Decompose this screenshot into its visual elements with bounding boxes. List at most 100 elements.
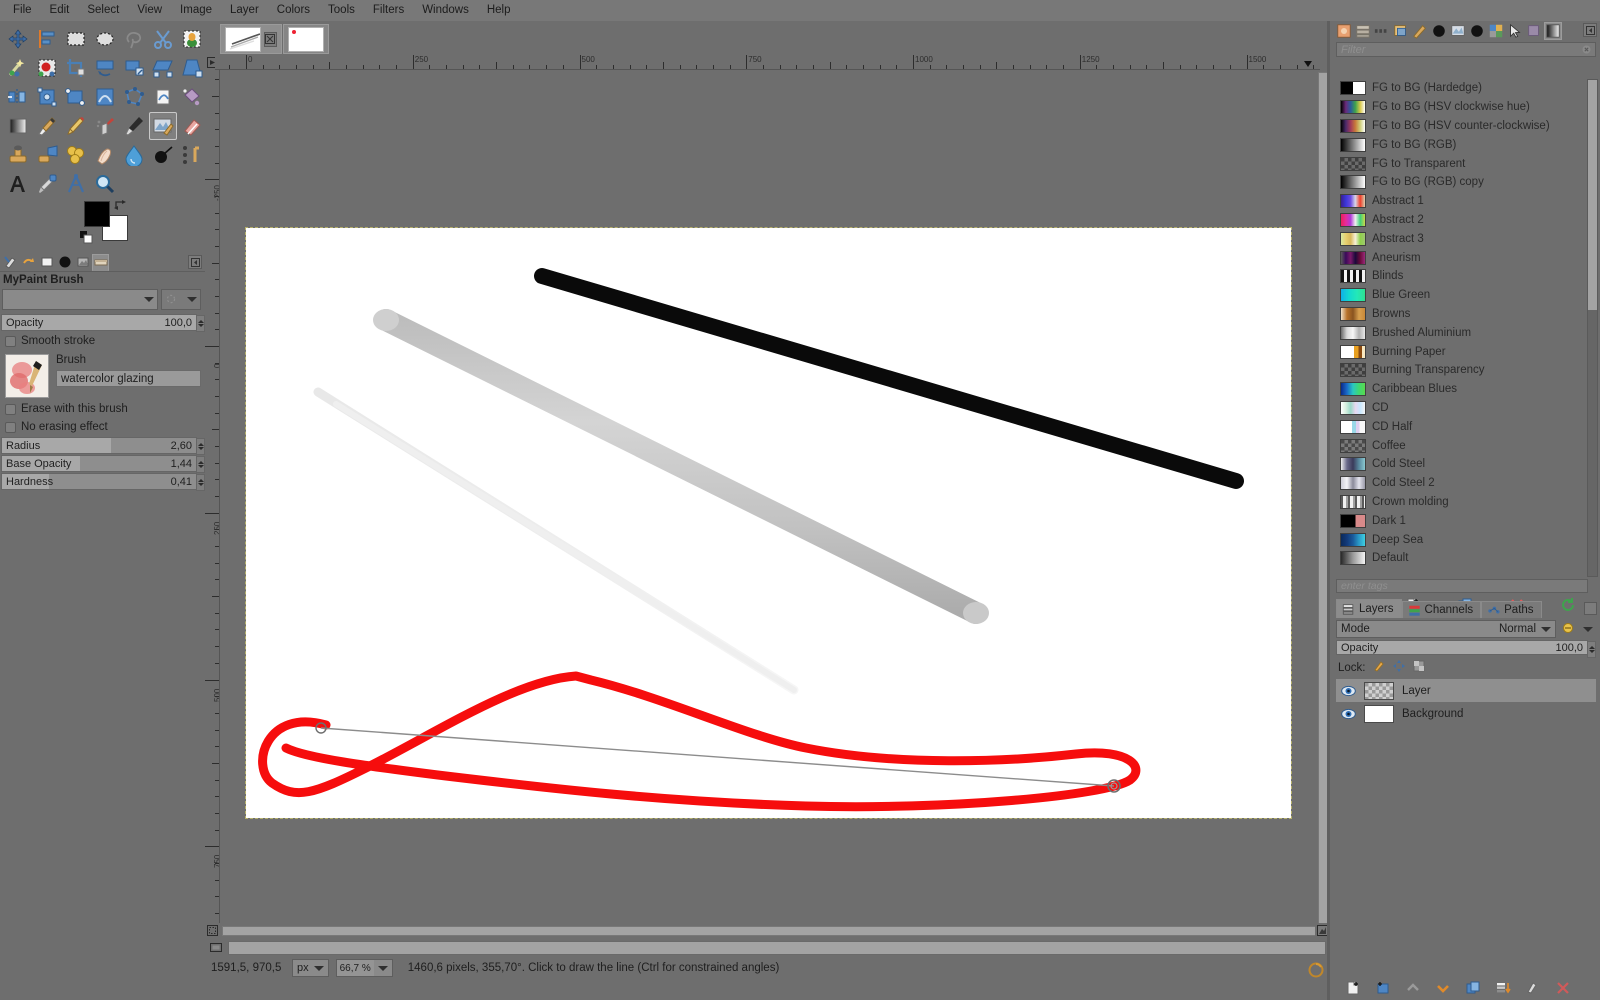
clone-tool[interactable] [4, 141, 32, 169]
canvas-horizontal-scrollbar[interactable] [220, 923, 1320, 938]
gradient-list-item[interactable]: Burning Paper [1336, 342, 1588, 361]
gradient-list-item[interactable]: Aneurism [1336, 248, 1588, 267]
smooth-stroke-checkbox[interactable] [5, 335, 16, 347]
tab-palettes[interactable] [1487, 22, 1505, 40]
gradient-list-item[interactable]: Coffee [1336, 436, 1588, 455]
gradient-list-item[interactable]: FG to BG (HSV clockwise hue) [1336, 98, 1588, 117]
gradient-list-item[interactable]: Browns [1336, 305, 1588, 324]
base-opacity-slider[interactable]: Base Opacity 1,44 [1, 455, 205, 473]
zoom-tool[interactable] [91, 170, 119, 198]
erase-with-brush-checkbox[interactable] [5, 403, 16, 415]
gradient-list-item[interactable]: Default [1336, 549, 1588, 568]
eraser-tool[interactable] [178, 112, 206, 140]
brush-name-field[interactable]: watercolor glazing [56, 370, 201, 387]
lock-pixels-icon[interactable] [1372, 659, 1386, 676]
menu-image[interactable]: Image [171, 1, 221, 20]
menu-layer[interactable]: Layer [221, 1, 268, 20]
tab-fonts[interactable] [1373, 22, 1391, 40]
brush-preset-combo[interactable] [2, 289, 158, 310]
tab-undo-history[interactable] [20, 254, 37, 271]
radius-slider[interactable]: Radius 2,60 [1, 437, 205, 455]
foreground-color-swatch[interactable] [84, 201, 110, 227]
layer-opacity-spinner[interactable] [1587, 641, 1596, 658]
perspective-tool[interactable] [178, 54, 206, 82]
gradient-tag-input[interactable]: enter tags [1336, 579, 1588, 593]
smudge-tool[interactable] [91, 141, 119, 169]
gradient-filter-input[interactable]: Filter [1336, 42, 1596, 57]
gradient-list-item[interactable]: Dark 1 [1336, 511, 1588, 530]
menu-colors[interactable]: Colors [268, 1, 319, 20]
menu-tools[interactable]: Tools [319, 1, 364, 20]
tab-document-history[interactable] [1392, 22, 1410, 40]
gradient-list-item[interactable]: FG to BG (HSV counter-clockwise) [1336, 117, 1588, 136]
blend-mode-combo[interactable]: Mode Normal [1336, 620, 1556, 638]
warp-transform-tool[interactable] [91, 83, 119, 111]
handle-transform-tool[interactable] [62, 83, 90, 111]
tab-paths[interactable]: Paths [1481, 601, 1542, 618]
menu-help[interactable]: Help [478, 1, 520, 20]
tab-layers[interactable]: Layers [1336, 599, 1402, 618]
eye-icon[interactable] [1340, 707, 1356, 721]
heal-tool[interactable] [62, 141, 90, 169]
measure-tool[interactable] [62, 170, 90, 198]
layer-opacity-slider[interactable]: Opacity 100,0 [1336, 640, 1596, 658]
merge-down-button[interactable] [1494, 979, 1512, 997]
color-picker-tool[interactable] [33, 170, 61, 198]
menu-windows[interactable]: Windows [413, 1, 478, 20]
bucket-fill-tool[interactable] [178, 83, 206, 111]
perspective-clone-tool[interactable] [33, 141, 61, 169]
n-point-deformation-tool[interactable] [149, 83, 177, 111]
raise-layer-button[interactable] [1404, 979, 1422, 997]
select-by-color-tool[interactable] [33, 54, 61, 82]
free-select-tool[interactable] [120, 25, 148, 53]
smooth-stroke-row[interactable]: Smooth stroke [0, 332, 205, 350]
cage-transform-tool[interactable] [120, 83, 148, 111]
shear-tool[interactable] [149, 54, 177, 82]
fuzzy-select-tool[interactable] [4, 54, 32, 82]
lock-position-icon[interactable] [1392, 659, 1406, 676]
no-erasing-effect-checkbox[interactable] [5, 421, 16, 433]
image-tab-active[interactable] [220, 24, 282, 54]
tab-buffers[interactable] [1525, 22, 1543, 40]
text-tool[interactable] [4, 170, 32, 198]
new-layer-group-button[interactable] [1374, 979, 1392, 997]
tab-pointer[interactable] [1506, 22, 1524, 40]
gradient-list-item[interactable]: Brushed Aluminium [1336, 323, 1588, 342]
scissors-select-tool[interactable] [149, 25, 177, 53]
gradient-list-scrollbar[interactable] [1587, 79, 1598, 577]
gradient-list-item[interactable]: FG to BG (RGB) copy [1336, 173, 1588, 192]
gradient-list-item[interactable]: Deep Sea [1336, 530, 1588, 549]
foreground-select-tool[interactable] [178, 25, 206, 53]
quick-mask-toggle-button[interactable] [205, 923, 220, 938]
tab-tool-presets[interactable] [1468, 22, 1486, 40]
layer-list[interactable]: Layer Background [1336, 679, 1596, 725]
flip-tool[interactable] [4, 83, 32, 111]
menu-filters[interactable]: Filters [364, 1, 413, 20]
gradient-list-item[interactable]: Blinds [1336, 267, 1588, 286]
unified-transform-tool[interactable] [33, 83, 61, 111]
dock-menu-button[interactable] [1583, 23, 1597, 37]
opacity-spinner[interactable] [196, 315, 205, 332]
swap-colors-icon[interactable] [114, 199, 128, 211]
cancel-icon[interactable] [1308, 962, 1324, 978]
clear-filter-icon[interactable] [1582, 45, 1591, 54]
tab-brushes[interactable] [1335, 22, 1353, 40]
tab-tool-options[interactable] [2, 254, 19, 271]
paths-tool[interactable] [178, 141, 206, 169]
vertical-ruler[interactable]: -2500250500750 [205, 70, 220, 930]
layers-menu-button[interactable] [1584, 602, 1597, 615]
tool-options-menu-button[interactable] [188, 255, 202, 269]
gradient-list-item[interactable]: Cold Steel 2 [1336, 474, 1588, 493]
canvas-image[interactable] [245, 227, 1292, 819]
rectangle-select-tool[interactable] [62, 25, 90, 53]
gradient-list-item[interactable]: FG to BG (RGB) [1336, 135, 1588, 154]
crop-tool[interactable] [62, 54, 90, 82]
scale-tool[interactable] [120, 54, 148, 82]
gradient-list-item[interactable]: CD Half [1336, 417, 1588, 436]
reset-colors-icon[interactable] [80, 231, 93, 244]
menu-edit[interactable]: Edit [41, 1, 79, 20]
layer-row[interactable]: Background [1336, 702, 1596, 725]
mypaint-brush-tool[interactable] [149, 112, 177, 140]
gradient-list-item[interactable]: Abstract 3 [1336, 229, 1588, 248]
gradient-list-item[interactable]: Crown molding [1336, 493, 1588, 512]
